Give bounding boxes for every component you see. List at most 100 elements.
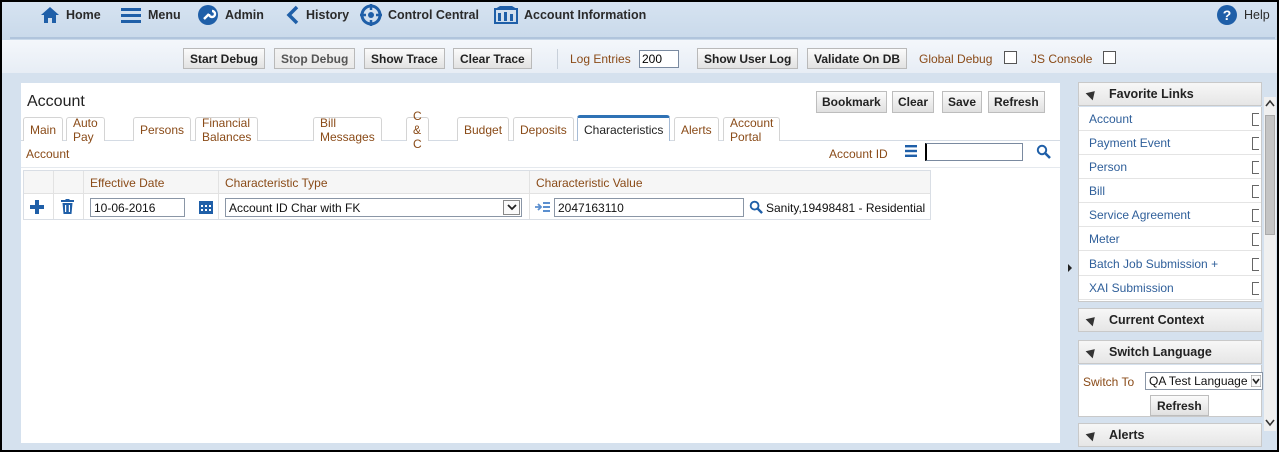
nav-control-central[interactable]: Control Central xyxy=(360,4,479,26)
global-debug-label: Global Debug xyxy=(919,52,993,66)
validate-on-db-button[interactable]: Validate On DB xyxy=(807,48,908,69)
grid-header: Effective Date Characteristic Type Chara… xyxy=(24,171,930,194)
list-item[interactable]: Payment Event xyxy=(1079,131,1261,155)
current-context-header[interactable]: Current Context xyxy=(1078,308,1262,332)
characteristic-type-select[interactable]: Account ID Char with FK xyxy=(225,198,522,217)
list-icon[interactable] xyxy=(904,145,918,157)
global-debug-checkbox[interactable] xyxy=(1004,51,1017,64)
open-link-icon[interactable] xyxy=(1252,282,1259,295)
show-trace-button[interactable]: Show Trace xyxy=(364,48,445,69)
sidebar-scrollbar[interactable] xyxy=(1264,97,1276,431)
search-icon[interactable] xyxy=(1036,144,1051,159)
save-button[interactable]: Save xyxy=(942,91,983,113)
language-select[interactable]: QA Test Language xyxy=(1145,372,1263,390)
js-console-checkbox[interactable] xyxy=(1103,51,1116,64)
account-id-input[interactable] xyxy=(925,143,1023,161)
alerts-header[interactable]: Alerts xyxy=(1078,423,1262,447)
open-link-icon[interactable] xyxy=(1252,161,1259,174)
collapse-triangle-icon xyxy=(1085,87,1099,101)
nav-home-label: Home xyxy=(66,8,101,22)
collapse-triangle-icon xyxy=(1085,345,1099,359)
tab-account-portal[interactable]: Account Portal xyxy=(723,116,781,144)
main-panel: Account Bookmark Clear Save Refresh Main… xyxy=(21,83,1060,443)
open-link-icon[interactable] xyxy=(1252,113,1259,126)
header-characteristic-type: Characteristic Type xyxy=(225,176,328,190)
favorite-link-label: XAI Submission xyxy=(1089,280,1174,295)
open-link-icon[interactable] xyxy=(1252,233,1259,246)
control-central-icon xyxy=(360,4,382,26)
language-refresh-button[interactable]: Refresh xyxy=(1150,395,1209,416)
switch-to-label: Switch To xyxy=(1083,375,1135,389)
nav-home[interactable]: Home xyxy=(40,4,101,26)
subheader-divider xyxy=(21,167,1060,168)
admin-wrench-icon xyxy=(198,5,218,25)
bookmark-button[interactable]: Bookmark xyxy=(816,91,887,113)
tab-bill-messages[interactable]: Bill Messages xyxy=(313,116,382,144)
characteristic-value-input[interactable] xyxy=(554,198,744,217)
log-entries-input[interactable] xyxy=(639,50,679,68)
tab-alerts[interactable]: Alerts xyxy=(674,117,719,141)
favorite-links-header[interactable]: Favorite Links xyxy=(1078,82,1262,106)
scrollbar-thumb[interactable] xyxy=(1265,115,1275,235)
search-icon[interactable] xyxy=(749,200,763,214)
open-link-icon[interactable] xyxy=(1252,209,1259,222)
js-console-label: JS Console xyxy=(1031,52,1093,66)
scroll-up-icon[interactable] xyxy=(1265,99,1275,109)
clear-button[interactable]: Clear xyxy=(892,91,935,113)
effective-date-input[interactable] xyxy=(90,198,185,217)
tab-persons[interactable]: Persons xyxy=(133,117,192,141)
nav-help[interactable]: ? Help xyxy=(1216,4,1270,26)
table-row: Account ID Char with FK Sanity,19498481 … xyxy=(24,195,930,219)
account-id-label: Account ID xyxy=(829,147,888,161)
tab-characteristics[interactable]: Characteristics xyxy=(577,115,671,141)
collapse-panel-icon[interactable] xyxy=(1066,262,1074,274)
switch-language-header[interactable]: Switch Language xyxy=(1078,340,1262,364)
list-item[interactable]: Service Agreement xyxy=(1079,203,1261,227)
favorite-link-label: Service Agreement xyxy=(1089,207,1191,222)
tab-deposits[interactable]: Deposits xyxy=(513,117,574,141)
account-info-icon xyxy=(494,6,518,24)
nav-admin[interactable]: Admin xyxy=(197,4,264,26)
list-item[interactable]: XAI Submission xyxy=(1079,276,1261,300)
list-item[interactable]: Meter xyxy=(1079,227,1261,251)
list-item[interactable]: Person xyxy=(1079,155,1261,179)
refresh-button[interactable]: Refresh xyxy=(988,91,1045,113)
show-user-log-button[interactable]: Show User Log xyxy=(697,48,799,69)
alerts-title: Alerts xyxy=(1109,428,1145,442)
top-nav: Home Menu Admin History Control Central … xyxy=(2,2,1277,40)
add-row-icon[interactable] xyxy=(30,200,44,214)
nav-menu-label: Menu xyxy=(148,8,181,22)
switch-language-panel: Switch To QA Test Language Refresh xyxy=(1078,365,1263,417)
open-link-icon[interactable] xyxy=(1252,185,1259,198)
list-item[interactable]: Account xyxy=(1079,107,1261,131)
header-effective-date: Effective Date xyxy=(90,176,165,190)
clear-trace-button[interactable]: Clear Trace xyxy=(453,48,532,69)
delete-row-icon[interactable] xyxy=(61,199,74,214)
nav-account-information[interactable]: Account Information xyxy=(494,4,646,26)
menu-icon xyxy=(121,8,141,23)
scroll-down-icon[interactable] xyxy=(1265,417,1275,427)
open-link-icon[interactable] xyxy=(1252,258,1259,271)
list-item[interactable]: Batch Job Submission + xyxy=(1079,252,1261,276)
debug-bar: Start Debug Stop Debug Show Trace Clear … xyxy=(2,40,1277,73)
tab-financial-balances[interactable]: Financial Balances xyxy=(195,116,259,144)
nav-history-label: History xyxy=(306,8,350,22)
tab-budget[interactable]: Budget xyxy=(457,117,510,141)
chevron-down-icon xyxy=(1251,375,1261,387)
stop-debug-button[interactable]: Stop Debug xyxy=(274,48,356,69)
navigate-icon[interactable] xyxy=(535,201,550,213)
open-link-icon[interactable] xyxy=(1252,137,1259,150)
tab-auto-pay[interactable]: Auto Pay xyxy=(66,116,105,144)
list-item[interactable]: Bill xyxy=(1079,179,1261,203)
nav-menu[interactable]: Menu xyxy=(120,4,181,26)
calendar-icon[interactable] xyxy=(199,201,213,214)
collapse-triangle-icon xyxy=(1085,428,1099,442)
nav-help-label: Help xyxy=(1244,8,1270,22)
tab-c-and-c[interactable]: C & C xyxy=(406,109,429,151)
right-sidebar: Favorite Links Account Payment Event Per… xyxy=(1078,82,1265,450)
nav-history[interactable]: History xyxy=(286,4,349,26)
start-debug-button[interactable]: Start Debug xyxy=(183,48,266,69)
svg-text:?: ? xyxy=(1223,7,1232,23)
tab-main[interactable]: Main xyxy=(23,117,64,141)
header-characteristic-value: Characteristic Value xyxy=(536,176,643,190)
